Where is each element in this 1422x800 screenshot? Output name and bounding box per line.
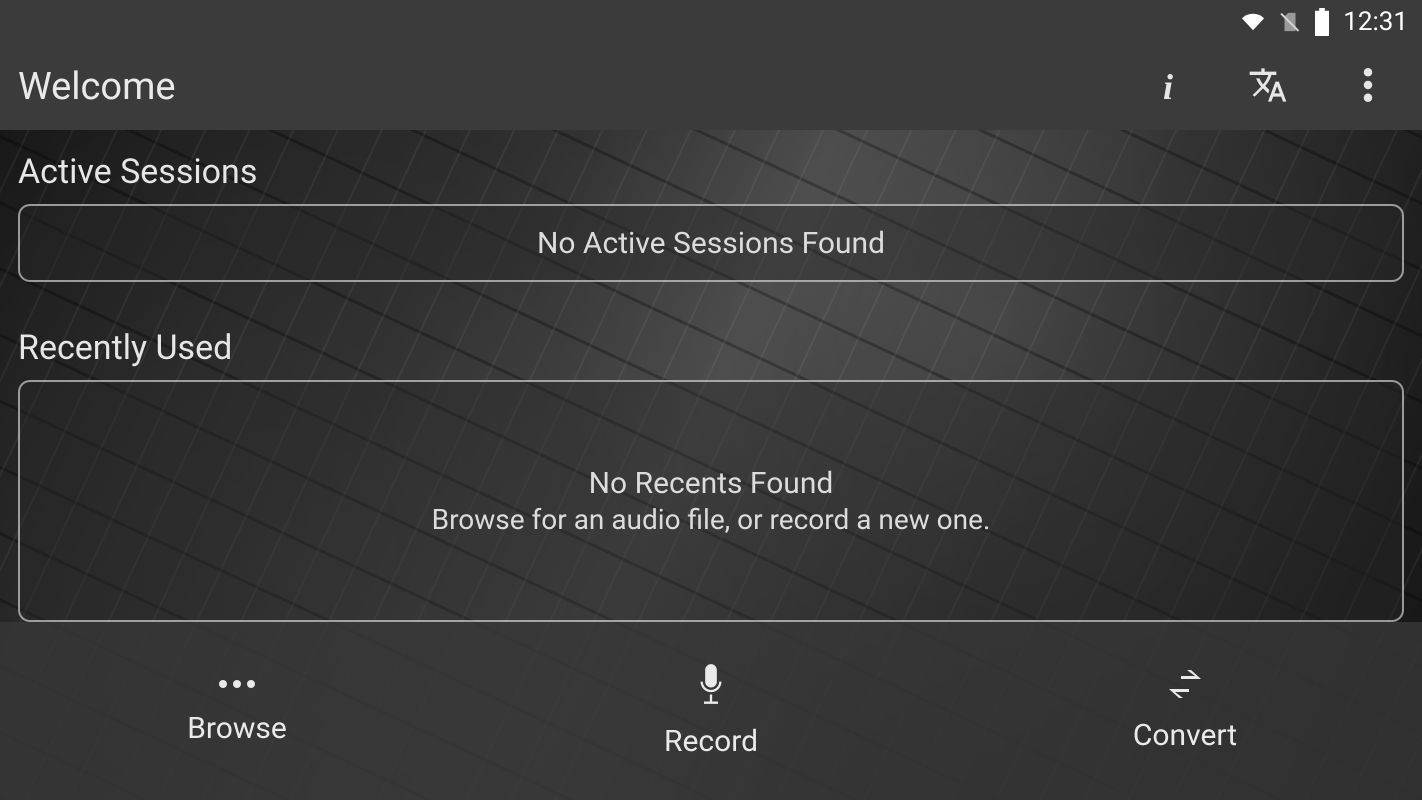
page-title: Welcome	[18, 65, 1146, 109]
convert-icon	[1163, 670, 1207, 702]
status-time: 12:31	[1343, 7, 1408, 37]
battery-icon	[1313, 8, 1331, 36]
nav-record[interactable]: Record	[474, 622, 948, 800]
status-bar: 12:31	[0, 0, 1422, 44]
nav-browse-label: Browse	[187, 711, 287, 746]
section-spacer	[18, 282, 1404, 322]
nav-record-label: Record	[664, 724, 758, 759]
app-bar-actions: i	[1146, 65, 1404, 109]
no-sim-icon	[1279, 9, 1301, 35]
app-bar: Welcome i	[0, 44, 1422, 130]
info-button[interactable]: i	[1146, 65, 1190, 109]
nav-convert[interactable]: Convert	[948, 622, 1422, 800]
translate-icon	[1248, 65, 1288, 109]
active-sessions-card[interactable]: No Active Sessions Found	[18, 204, 1404, 282]
nav-convert-label: Convert	[1133, 718, 1237, 753]
recently-used-empty-primary: No Recents Found	[589, 466, 834, 501]
nav-browse[interactable]: Browse	[0, 622, 474, 800]
microphone-icon	[697, 664, 725, 708]
active-sessions-heading: Active Sessions	[18, 152, 1404, 192]
bottom-nav: Browse Record Convert	[0, 622, 1422, 800]
active-sessions-empty-text: No Active Sessions Found	[537, 226, 885, 261]
overflow-menu-button[interactable]	[1346, 65, 1390, 109]
app-root: 12:31 Welcome i Active Sessions No Acti	[0, 0, 1422, 800]
info-icon: i	[1163, 69, 1173, 105]
recently-used-card[interactable]: No Recents Found Browse for an audio fil…	[18, 380, 1404, 622]
recently-used-empty-secondary: Browse for an audio file, or record a ne…	[432, 503, 991, 536]
main-content: Active Sessions No Active Sessions Found…	[0, 130, 1422, 622]
translate-button[interactable]	[1246, 65, 1290, 109]
browse-icon	[217, 676, 257, 695]
more-vert-icon	[1363, 68, 1373, 106]
wifi-icon	[1239, 11, 1267, 33]
recently-used-heading: Recently Used	[18, 328, 1404, 368]
